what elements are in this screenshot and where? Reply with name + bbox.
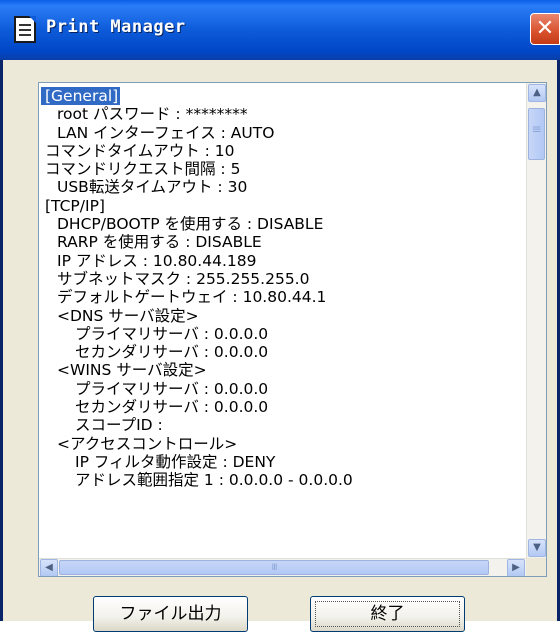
list-item[interactable]: アドレス範囲指定 1 : 0.0.0.0 - 0.0.0.0 [41,471,526,489]
settings-lines: [General] root パスワード : ******** LAN インターフェ… [41,87,526,490]
list-item-selected[interactable]: [General] [41,87,121,106]
list-item[interactable]: IP アドレス : 10.80.44.189 [41,252,526,270]
print-manager-window: Print Manager ✕ [General] root パスワード : **… [0,0,560,632]
settings-listbox[interactable]: [General] root パスワード : ******** LAN インターフェ… [38,82,547,577]
list-item[interactable]: RARP を使用する : DISABLE [41,233,526,251]
list-item[interactable]: サブネットマスク : 255.255.255.0 [41,270,526,288]
window-title: Print Manager [46,17,186,37]
export-file-button[interactable]: ファイル出力 [93,596,248,632]
list-item[interactable]: USB転送タイムアウト : 30 [41,178,526,196]
list-item[interactable]: プライマリサーバ : 0.0.0.0 [41,325,526,343]
horizontal-scrollbar[interactable]: ◀ ▶ [39,558,526,576]
scroll-up-icon[interactable]: ▲ [528,84,546,102]
horizontal-scroll-thumb[interactable] [59,560,489,575]
list-item[interactable]: LAN インターフェイス : AUTO [41,124,526,142]
vertical-scroll-thumb[interactable] [528,108,545,160]
title-bar[interactable]: Print Manager ✕ [0,0,560,60]
scroll-right-icon[interactable]: ▶ [507,559,525,576]
close-button[interactable]: ✕ [530,13,560,45]
list-item[interactable]: スコープID : [41,416,526,434]
dialog-body: [General] root パスワード : ******** LAN インターフェ… [3,60,557,632]
document-icon [14,16,36,43]
list-item[interactable]: IP フィルタ動作設定 : DENY [41,453,526,471]
list-item[interactable]: セカンダリサーバ : 0.0.0.0 [41,398,526,416]
vertical-scrollbar[interactable]: ▲ ▼ [526,83,546,558]
scroll-left-icon[interactable]: ◀ [40,559,58,576]
list-item[interactable]: DHCP/BOOTP を使用する : DISABLE [41,215,526,233]
list-item[interactable]: プライマリサーバ : 0.0.0.0 [41,380,526,398]
list-item[interactable]: コマンドタイムアウト : 10 [41,142,526,160]
list-item[interactable]: [TCP/IP] [41,197,526,215]
list-item[interactable]: <DNS サーバ設定> [41,307,526,325]
list-item[interactable]: デフォルトゲートウェイ : 10.80.44.1 [41,288,526,306]
list-item[interactable]: <アクセスコントロール> [41,435,526,453]
list-item[interactable]: セカンダリサーバ : 0.0.0.0 [41,343,526,361]
list-item[interactable]: コマンドリクエスト間隔 : 5 [41,160,526,178]
list-item[interactable]: <WINS サーバ設定> [41,361,526,379]
exit-button[interactable]: 終了 [310,596,465,632]
list-item[interactable]: root パスワード : ******** [41,105,526,123]
scroll-down-icon[interactable]: ▼ [528,539,546,557]
scrollbar-corner [526,558,546,576]
focus-rectangle [315,601,460,627]
